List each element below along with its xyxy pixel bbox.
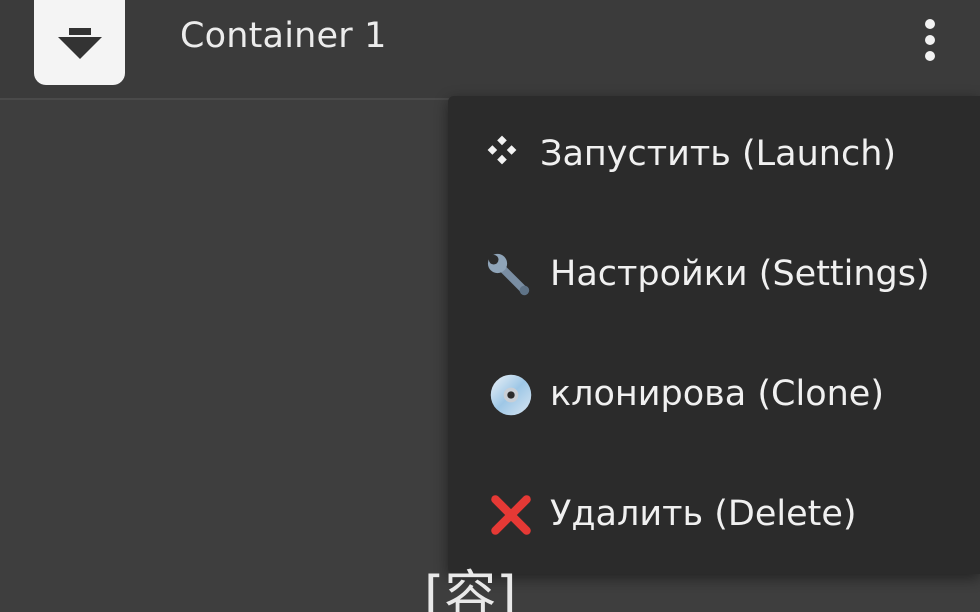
screen: Container 1 Запустить (Launch) Настройки… <box>0 0 980 612</box>
download-box-icon[interactable] <box>34 0 125 85</box>
menu-item-label: Настройки (Settings) <box>550 254 930 294</box>
wrench-icon <box>487 253 530 296</box>
menu-item-launch[interactable]: Запустить (Launch) <box>448 96 980 212</box>
menu-item-label: Запустить (Launch) <box>540 134 897 174</box>
download-arrow-icon <box>58 28 102 59</box>
menu-item-label: Удалить (Delete) <box>550 494 857 534</box>
red-cross-icon <box>491 495 531 535</box>
menu-item-label: клонирова (Clone) <box>550 374 884 414</box>
menu-item-clone[interactable]: клонирова (Clone) <box>448 336 980 452</box>
more-vertical-icon[interactable] <box>912 14 948 64</box>
partial-caption: [容] <box>424 566 517 612</box>
disc-icon <box>490 374 532 416</box>
app-header: Container 1 <box>0 0 980 100</box>
context-menu: Запустить (Launch) Настройки (Settings) <box>448 96 980 574</box>
diamond-cluster-icon <box>487 135 517 165</box>
menu-item-settings[interactable]: Настройки (Settings) <box>448 216 980 332</box>
menu-item-delete[interactable]: Удалить (Delete) <box>448 456 980 572</box>
container-title: Container 1 <box>180 16 387 56</box>
